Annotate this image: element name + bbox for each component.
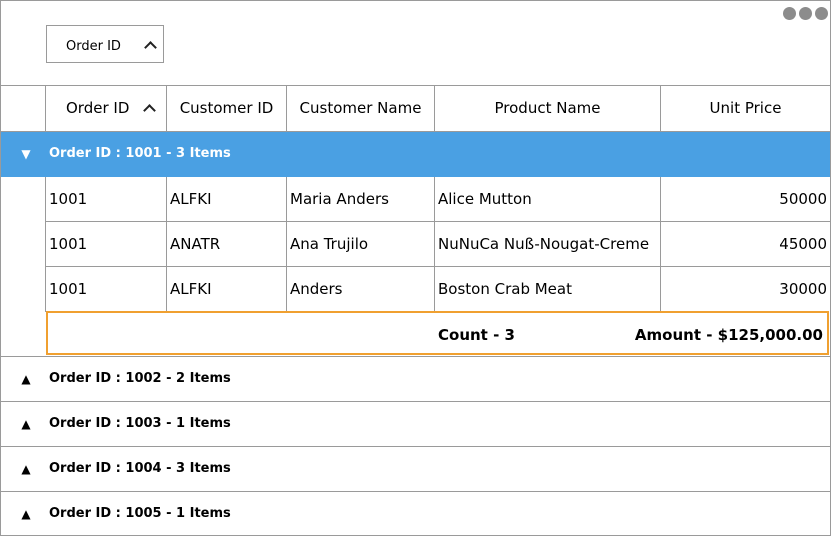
group-row-1003[interactable]: ▲ Order ID : 1003 - 1 Items [1,402,830,447]
group-caption: Order ID : 1004 - 3 Items [49,461,231,476]
column-header-label: Product Name [494,99,601,117]
expand-toggle-icon[interactable]: ▲ [19,507,33,521]
group-caption: Order ID : 1003 - 1 Items [49,416,231,431]
cell-product-name: Boston Crab Meat [434,267,660,312]
group-chip-label: Order ID [66,39,121,54]
group-caption: Order ID : 1005 - 1 Items [49,506,231,521]
cell-customer-id: ALFKI [166,267,286,312]
group-row-1005[interactable]: ▲ Order ID : 1005 - 1 Items [1,492,830,536]
column-header-label: Customer Name [299,99,422,117]
expand-toggle-icon[interactable]: ▲ [19,372,33,386]
column-header-order-id[interactable]: Order ID [45,86,166,131]
sort-ascending-icon[interactable] [144,41,157,54]
expand-toggle-icon[interactable]: ▲ [19,417,33,431]
cell-order-id: 1001 [45,267,166,312]
group-caption: Order ID : 1002 - 2 Items [49,371,231,386]
column-header-label: Order ID [66,99,130,117]
group-row-1001[interactable]: ▼ Order ID : 1001 - 3 Items [1,132,830,177]
cell-customer-id: ALFKI [166,177,286,222]
cell-customer-name: Maria Anders [286,177,434,222]
group-chip-order-id[interactable]: Order ID [46,25,164,63]
collapse-toggle-icon[interactable]: ▼ [19,147,33,161]
cell-unit-price: 50000 [660,177,830,222]
cell-unit-price: 45000 [660,222,830,267]
column-header-customer-id[interactable]: Customer ID [166,86,286,131]
cell-customer-name: Anders [286,267,434,312]
cell-product-name: NuNuCa Nuß-Nougat-Creme [434,222,660,267]
cell-customer-id: ANATR [166,222,286,267]
group-summary-row: Count - 3 Amount - $125,000.00 [46,311,829,355]
expand-toggle-icon[interactable]: ▲ [19,462,33,476]
cell-order-id: 1001 [45,177,166,222]
table-row[interactable]: 1001 ALFKI Maria Anders Alice Mutton 500… [1,177,830,222]
group-caption: Order ID : 1001 - 3 Items [49,146,231,161]
group-row-1002[interactable]: ▲ Order ID : 1002 - 2 Items [1,357,830,402]
table-row[interactable]: 1001 ALFKI Anders Boston Crab Meat 30000 [1,267,830,312]
group-drop-area: Order ID [1,1,830,86]
column-header-label: Unit Price [709,99,782,117]
cell-unit-price: 30000 [660,267,830,312]
group-row-1004[interactable]: ▲ Order ID : 1004 - 3 Items [1,447,830,492]
summary-count: Count - 3 [438,326,515,344]
cell-product-name: Alice Mutton [434,177,660,222]
column-header-unit-price[interactable]: Unit Price [660,86,830,131]
column-header-product-name[interactable]: Product Name [434,86,660,131]
cell-order-id: 1001 [45,222,166,267]
cell-customer-name: Ana Trujilo [286,222,434,267]
column-header-row: Order ID Customer ID Customer Name Produ… [1,86,830,132]
column-header-customer-name[interactable]: Customer Name [286,86,434,131]
data-grid: Order ID Order ID Customer ID Customer N… [0,0,831,536]
summary-amount: Amount - $125,000.00 [634,326,823,344]
column-header-label: Customer ID [179,99,274,117]
sort-ascending-icon[interactable] [143,104,156,117]
table-row[interactable]: 1001 ANATR Ana Trujilo NuNuCa Nuß-Nougat… [1,222,830,267]
